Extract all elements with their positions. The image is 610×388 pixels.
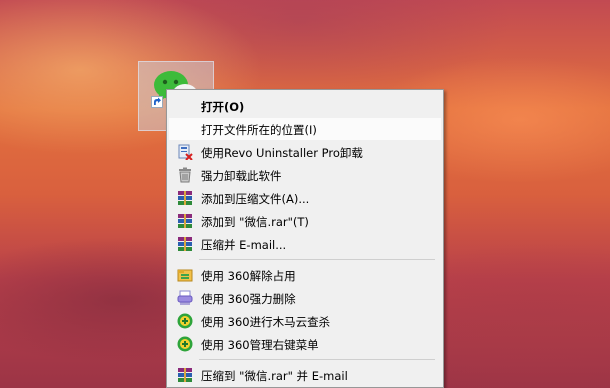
- winrar-icon: [178, 214, 192, 228]
- 360-shield-icon: [177, 336, 193, 352]
- trash-icon: [179, 167, 191, 183]
- menu-item-label: 使用 360进行木马云查杀: [201, 315, 331, 329]
- 360-shield-icon: [177, 313, 193, 329]
- menu-item-360-force-delete[interactable]: 使用 360强力删除: [169, 287, 441, 309]
- context-menu: 打开(O) 打开文件所在的位置(I) 使用Revo Uninstaller Pr…: [166, 89, 444, 388]
- menu-item-label: 使用 360管理右键菜单: [201, 338, 319, 352]
- menu-item-360-unlock[interactable]: 使用 360解除占用: [169, 264, 441, 286]
- menu-item-add-to-rar[interactable]: 添加到 "微信.rar"(T): [169, 210, 441, 232]
- menu-item-label: 打开文件所在的位置(I): [201, 123, 317, 137]
- shortcut-arrow-icon: [151, 96, 163, 108]
- menu-item-label: 使用 360强力删除: [201, 292, 296, 306]
- menu-item-label: 添加到压缩文件(A)...: [201, 192, 310, 206]
- menu-item-compress-to-rar-email[interactable]: 压缩到 "微信.rar" 并 E-mail: [169, 364, 441, 386]
- shredder-icon: [177, 290, 193, 305]
- menu-item-label: 打开(O): [201, 100, 245, 114]
- menu-separator: [199, 359, 435, 360]
- menu-item-label: 压缩到 "微信.rar" 并 E-mail: [201, 369, 348, 383]
- menu-item-force-uninstall[interactable]: 强力卸载此软件: [169, 164, 441, 186]
- menu-item-360-manage-context-menu[interactable]: 使用 360管理右键菜单: [169, 333, 441, 355]
- menu-item-add-to-archive[interactable]: 添加到压缩文件(A)...: [169, 187, 441, 209]
- menu-item-360-trojan-scan[interactable]: 使用 360进行木马云查杀: [169, 310, 441, 332]
- menu-item-label: 使用Revo Uninstaller Pro卸载: [201, 146, 363, 160]
- menu-item-open[interactable]: 打开(O): [169, 95, 441, 117]
- menu-item-compress-email[interactable]: 压缩并 E-mail...: [169, 233, 441, 255]
- menu-separator: [199, 259, 435, 260]
- menu-item-revo-uninstall[interactable]: 使用Revo Uninstaller Pro卸载: [169, 141, 441, 163]
- menu-item-label: 压缩并 E-mail...: [201, 238, 287, 252]
- revo-uninstaller-icon: [178, 144, 193, 160]
- winrar-icon: [178, 237, 192, 251]
- menu-item-label: 使用 360解除占用: [201, 269, 296, 283]
- menu-item-label: 强力卸载此软件: [201, 169, 282, 183]
- winrar-icon: [178, 191, 192, 205]
- winrar-icon: [178, 368, 192, 382]
- menu-item-open-file-location[interactable]: 打开文件所在的位置(I): [169, 118, 441, 140]
- menu-item-label: 添加到 "微信.rar"(T): [201, 215, 309, 229]
- unlock-file-icon: [177, 269, 193, 282]
